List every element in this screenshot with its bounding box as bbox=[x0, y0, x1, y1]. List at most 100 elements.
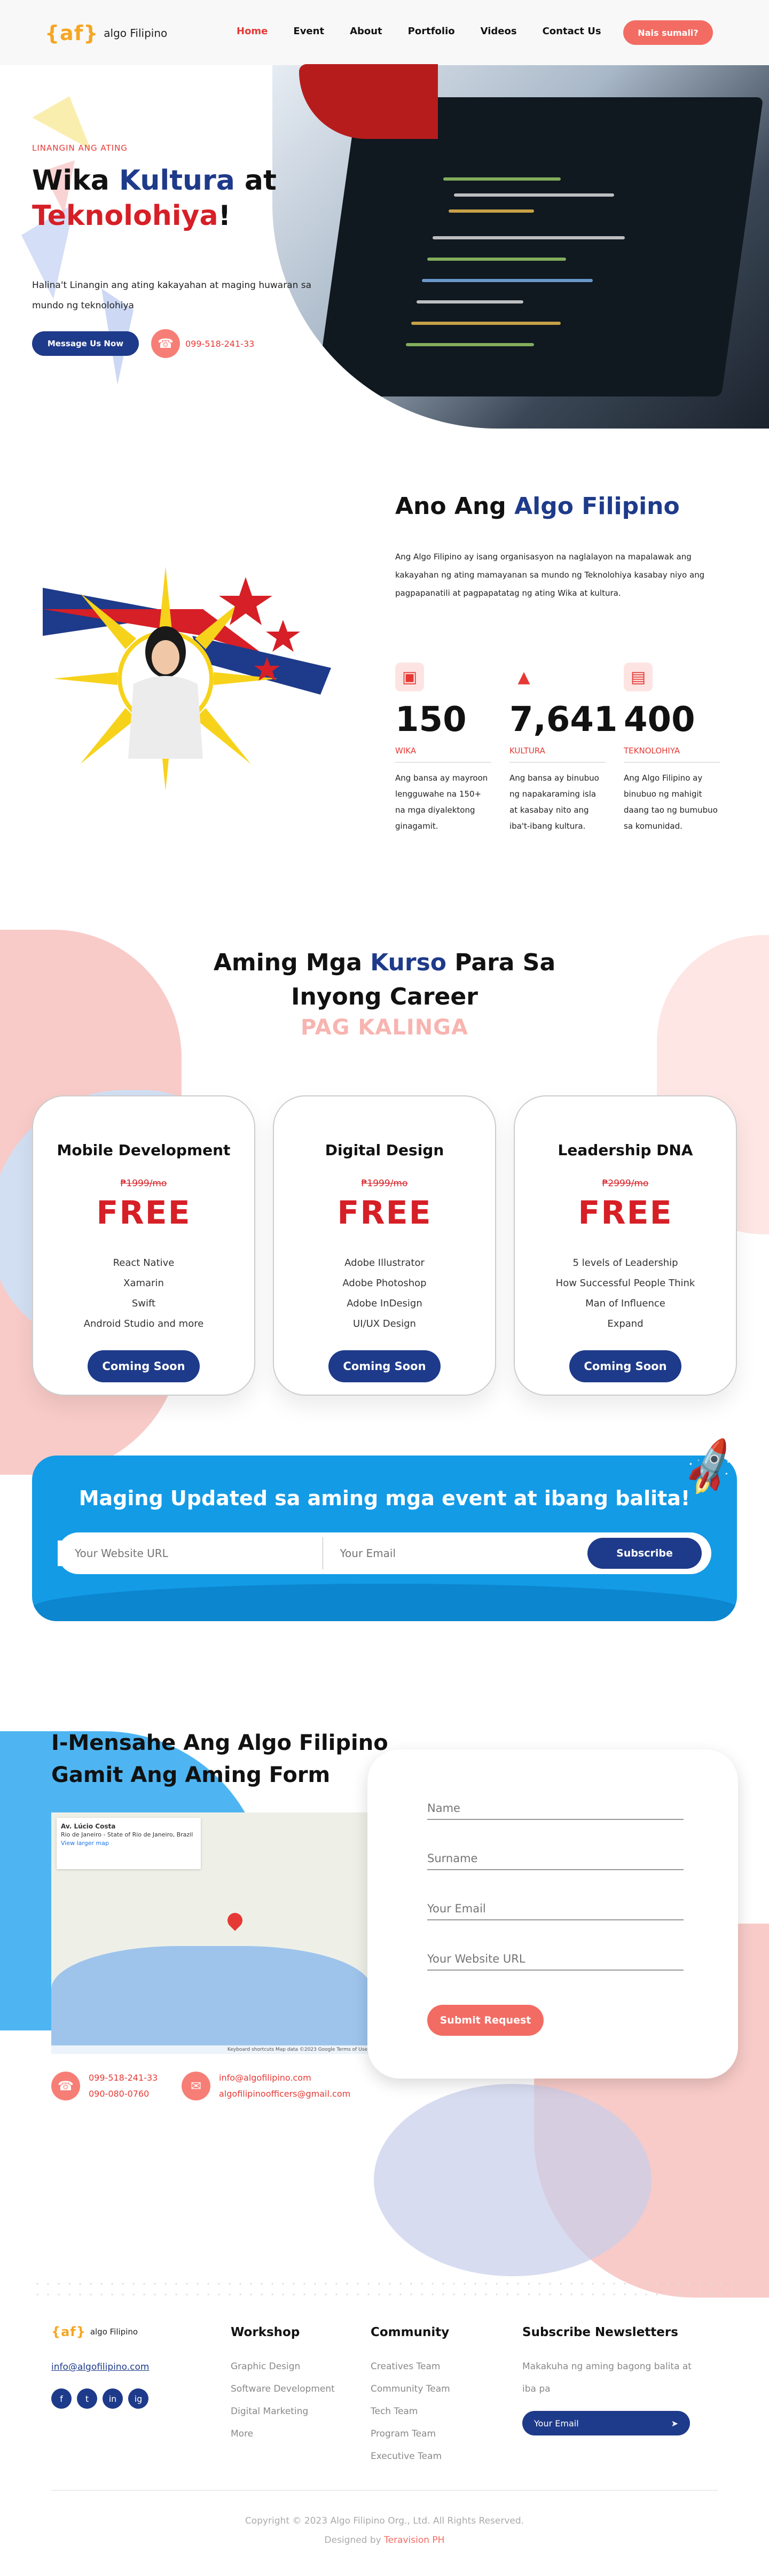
hero-phone[interactable]: ☎ 099-518-241-33 bbox=[151, 329, 254, 358]
footer-link[interactable]: More bbox=[231, 2423, 335, 2445]
name-input[interactable] bbox=[427, 1799, 684, 1818]
footer-link[interactable]: Executive Team bbox=[371, 2445, 450, 2468]
coming-soon-button[interactable]: Coming Soon bbox=[328, 1350, 441, 1382]
course-item: Adobe Illustrator bbox=[344, 1257, 425, 1268]
footer-link[interactable]: Community Team bbox=[371, 2378, 450, 2400]
phone-icon: ☎ bbox=[51, 2072, 80, 2100]
footer-dots bbox=[32, 2278, 737, 2300]
send-icon[interactable]: ➤ bbox=[671, 2418, 678, 2429]
footer-newsletter: Subscribe Newsletters Makakuha ng aming … bbox=[522, 2325, 699, 2435]
contact-title: I-Mensahe Ang Algo Filipino Gamit Ang Am… bbox=[51, 1731, 388, 1787]
course-card-design: Digital Design ₱1999/mo FREE Adobe Illus… bbox=[273, 1095, 496, 1396]
surname-field bbox=[427, 1849, 684, 1870]
footer-email-input[interactable]: Your Email ➤ bbox=[522, 2411, 690, 2435]
footer-link[interactable]: Program Team bbox=[371, 2423, 450, 2445]
email-address[interactable]: info@algofilipino.com bbox=[219, 2070, 350, 2086]
course-old-price: ₱2999/mo bbox=[602, 1178, 649, 1189]
course-old-price: ₱1999/mo bbox=[361, 1178, 408, 1189]
newsletter-form: Subscribe bbox=[58, 1532, 711, 1574]
courses-title-pre: Aming Mga bbox=[213, 949, 371, 976]
copyright-text: Copyright © 2023 Algo Filipino Org., Ltd… bbox=[245, 2516, 524, 2526]
computer-icon: ▤ bbox=[624, 663, 653, 691]
mail-icon: ✉ bbox=[182, 2072, 210, 2100]
courses-title: Aming Mga Kurso Para Sa Inyong Career bbox=[0, 946, 769, 1014]
twitter-icon[interactable]: t bbox=[77, 2388, 97, 2409]
email-lines: info@algofilipino.com algofilipinooffice… bbox=[219, 2070, 350, 2102]
designed-by: Designed by Teravision PH bbox=[0, 2531, 769, 2550]
stat-description: Ang bansa ay binubuo ng napakaraming isl… bbox=[509, 773, 599, 831]
nav-contact[interactable]: Contact Us bbox=[543, 26, 601, 37]
map-sea bbox=[51, 1946, 372, 2054]
linkedin-icon[interactable]: in bbox=[103, 2388, 123, 2409]
hero-kicker: LINANGIN ANG ATING bbox=[32, 143, 128, 153]
website-input[interactable] bbox=[427, 1949, 684, 1968]
footer-email[interactable]: info@algofilipino.com bbox=[51, 2362, 149, 2372]
email-field bbox=[427, 1899, 684, 1920]
footer-logo[interactable]: {af} algo Filipino bbox=[51, 2324, 138, 2339]
submit-request-button[interactable]: Submit Request bbox=[427, 2005, 544, 2036]
stat-teknolohiya: ▤ 400 TEKNOLOHIYA Ang Algo Filipino ay b… bbox=[624, 663, 720, 834]
logo-mark: {af} bbox=[45, 21, 99, 45]
site-header: {af} algo Filipino Home Event About Port… bbox=[0, 0, 769, 65]
website-url-input[interactable] bbox=[58, 1540, 323, 1566]
footer-link[interactable]: Creatives Team bbox=[371, 2355, 450, 2378]
footer-link[interactable]: Graphic Design bbox=[231, 2355, 335, 2378]
course-item: Xamarin bbox=[123, 1278, 164, 1289]
phone-number[interactable]: 099-518-241-33 bbox=[89, 2070, 158, 2086]
nav-videos[interactable]: Videos bbox=[481, 26, 517, 37]
nav-home[interactable]: Home bbox=[237, 26, 268, 37]
course-items: React Native Xamarin Swift Android Studi… bbox=[33, 1253, 254, 1334]
nav-event[interactable]: Event bbox=[293, 26, 324, 37]
course-item: Android Studio and more bbox=[83, 1318, 204, 1329]
hero-title-word: ! bbox=[218, 200, 231, 232]
logo-text: algo Filipino bbox=[104, 27, 168, 40]
surname-input[interactable] bbox=[427, 1849, 684, 1868]
coming-soon-button[interactable]: Coming Soon bbox=[88, 1350, 200, 1382]
facebook-icon[interactable]: f bbox=[51, 2388, 72, 2409]
message-us-button[interactable]: Message Us Now bbox=[32, 331, 139, 356]
coming-soon-button[interactable]: Coming Soon bbox=[569, 1350, 681, 1382]
footer-community: Community Creatives Team Community Team … bbox=[371, 2325, 450, 2468]
map-larger-link[interactable]: View larger map bbox=[61, 1839, 197, 1848]
instagram-icon[interactable]: ig bbox=[128, 2388, 148, 2409]
footer-email-placeholder: Your Email bbox=[534, 2418, 579, 2429]
book-icon: ▣ bbox=[395, 663, 424, 691]
about-illustration bbox=[43, 566, 331, 791]
email-address[interactable]: algofilipinoofficers@gmail.com bbox=[219, 2086, 350, 2102]
hero-title-word: at bbox=[234, 165, 277, 197]
email-input[interactable] bbox=[427, 1899, 684, 1918]
map-embed[interactable]: Av. Lúcio Costa Rio de Janeiro - State o… bbox=[51, 1812, 372, 2054]
footer-link[interactable]: Digital Marketing bbox=[231, 2400, 335, 2423]
designer-link[interactable]: Teravision PH bbox=[384, 2535, 444, 2546]
course-item: Expand bbox=[607, 1318, 644, 1329]
nav-portfolio[interactable]: Portfolio bbox=[408, 26, 455, 37]
course-item: How Successful People Think bbox=[555, 1278, 695, 1289]
about-title: Ano Ang Algo Filipino bbox=[395, 493, 680, 520]
course-title: Leadership DNA bbox=[558, 1141, 693, 1159]
stat-description: Ang bansa ay mayroon lengguwahe na 150+ … bbox=[395, 773, 488, 831]
logo-mark: {af} bbox=[51, 2324, 86, 2339]
footer-link[interactable]: Tech Team bbox=[371, 2400, 450, 2423]
nav-about[interactable]: About bbox=[350, 26, 382, 37]
course-price: FREE bbox=[337, 1194, 432, 1232]
stat-value: 7,641 bbox=[509, 700, 618, 740]
contact-form: Submit Request bbox=[367, 1749, 738, 2079]
about-title-accent: Algo Filipino bbox=[514, 493, 680, 520]
course-item: Adobe Photoshop bbox=[342, 1278, 427, 1289]
subscribe-button[interactable]: Subscribe bbox=[587, 1538, 702, 1569]
courses-title-accent: Kurso bbox=[370, 949, 446, 976]
course-item: React Native bbox=[113, 1257, 175, 1268]
contact-phones: ☎ 099-518-241-33 090-080-0760 bbox=[51, 2070, 158, 2102]
stat-wika: ▣ 150 WIKA Ang bansa ay mayroon lengguwa… bbox=[395, 663, 491, 834]
course-item: 5 levels of Leadership bbox=[572, 1257, 678, 1268]
logo[interactable]: {af} algo Filipino bbox=[45, 21, 167, 45]
newsletter-title: Maging Updated sa aming mga event at iba… bbox=[79, 1487, 690, 1510]
footer-workshop: Workshop Graphic Design Software Develop… bbox=[231, 2325, 335, 2445]
footer-link[interactable]: Software Development bbox=[231, 2378, 335, 2400]
map-address: Rio de Janeiro - State of Rio de Janeiro… bbox=[61, 1831, 193, 1838]
email-input[interactable] bbox=[323, 1540, 587, 1566]
join-button[interactable]: Nais sumali? bbox=[623, 20, 713, 45]
phone-number[interactable]: 090-080-0760 bbox=[89, 2086, 158, 2102]
name-field bbox=[427, 1799, 684, 1820]
map-pin-icon bbox=[224, 1910, 246, 1931]
